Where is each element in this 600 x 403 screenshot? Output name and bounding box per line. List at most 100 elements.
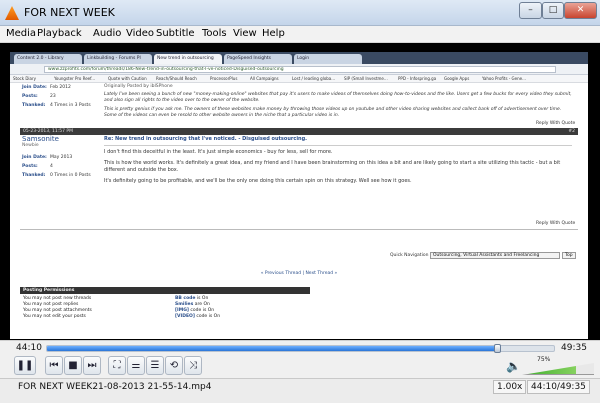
post-date: 05-23-2013, 11:57 PM <box>23 129 74 134</box>
permission-rules: You may not post new threads You may not… <box>23 296 92 320</box>
video-frame-browser: Content 2.0 - Library Linkbuilding - For… <box>10 52 588 339</box>
post-title: Re: New trend in outsourcing that I've n… <box>104 136 308 142</box>
loop-icon: ⟲ <box>169 360 179 371</box>
time-readout[interactable]: 44:10/49:35 <box>527 380 590 394</box>
playback-speed[interactable]: 1.00x <box>493 380 527 394</box>
controls-row: ❚❚ ⏮ ■ ⏭ ⛶ ⚌ ☰ ⟲ ⤨ 🔈 75% <box>0 354 600 378</box>
permission-codes: BB code is On Smilies are On [IMG] code … <box>175 296 220 320</box>
shuffle-icon: ⤨ <box>189 360 197 371</box>
thread-navigation: « Previous Thread | Next Thread » <box>260 271 338 276</box>
bookmark: Youngster Pro Reef... <box>54 76 96 81</box>
seek-bar[interactable] <box>46 344 555 353</box>
quote-header: Originally Posted by ibISPhone <box>104 84 173 89</box>
equalizer-icon: ⚌ <box>131 360 141 371</box>
playing-filename: FOR NEXT WEEK21-08-2013 21-55-14.mp4 <box>18 382 212 392</box>
loop-button[interactable]: ⟲ <box>165 356 183 375</box>
post2-date-bar: 05-23-2013, 11:57 PM #2 <box>20 128 578 135</box>
stat-row: Posts: 23 <box>22 94 56 99</box>
posting-permissions-heading: Posting Permissions <box>20 287 310 294</box>
previous-button[interactable]: ⏮ <box>45 356 63 375</box>
forum-page: Join Date: Feb 2012 Posts: 23 Thanked: 4 Ti… <box>20 83 578 339</box>
next-icon: ⏭ <box>87 360 97 371</box>
next-button[interactable]: ⏭ <box>83 356 101 375</box>
elapsed-time: 44:10 <box>16 343 42 353</box>
quick-navigation-select: Outsourcing, Virtual Assistants and Free… <box>430 252 560 259</box>
extended-settings-button[interactable]: ⚌ <box>127 356 145 375</box>
quote-paragraph: Lately I've been seeing a bunch of new "… <box>104 92 572 103</box>
playlist-icon: ☰ <box>150 360 160 371</box>
total-time: 49:35 <box>561 343 587 353</box>
browser-tab: Linkbuilding - Forums Pl <box>84 54 152 64</box>
browser-tab: Content 2.0 - Library <box>14 54 82 64</box>
minimize-button[interactable]: – <box>519 2 542 19</box>
browser-address-bar: www.zzprofits.com/forum/threads/186-New-… <box>10 64 588 75</box>
bookmark: All Campaigns <box>250 76 279 81</box>
bookmark: Yahoo Profits - Gene... <box>482 76 526 81</box>
post-paragraph: This is how the world works. It's defini… <box>104 160 561 173</box>
post-paragraph: It's definitely going to be profitable, … <box>104 178 412 184</box>
permission-rule: You may not edit your posts <box>23 314 86 319</box>
seek-progress <box>47 346 499 351</box>
seek-handle[interactable] <box>494 344 502 353</box>
vlc-cone-icon <box>5 6 19 20</box>
stat-row: Join Date: Feb 2012 <box>22 85 71 90</box>
menu-subtitle[interactable]: Subtitle <box>156 28 195 39</box>
pause-button[interactable]: ❚❚ <box>14 356 36 375</box>
top-button: Top <box>562 252 576 259</box>
stat-row: Posts: 4 <box>22 164 53 169</box>
post-number: #2 <box>568 129 575 134</box>
fullscreen-icon: ⛶ <box>113 360 121 371</box>
video-area[interactable]: Content 2.0 - Library Linkbuilding - For… <box>0 43 600 340</box>
browser-tab-strip: Content 2.0 - Library Linkbuilding - For… <box>10 52 588 64</box>
divider <box>104 145 572 146</box>
volume-slider[interactable] <box>522 363 594 375</box>
bookmark: Quote with Caution <box>108 76 147 81</box>
menu-playback[interactable]: Playback <box>37 28 82 39</box>
user-rank: Newbie <box>22 143 39 148</box>
menu-video[interactable]: Video <box>126 28 154 39</box>
stat-row: Join Date: May 2013 <box>22 155 73 160</box>
bookmark: PPD - Infospring.ga <box>398 76 437 81</box>
previous-icon: ⏮ <box>49 360 59 371</box>
stop-button[interactable]: ■ <box>64 356 82 375</box>
bookmark: Lost / leading globa... <box>292 76 336 81</box>
post1-user-stats: Join Date: Feb 2012 Posts: 23 Thanked: 4 Ti… <box>22 83 92 123</box>
browser-bookmarks-bar: Stock Diary Youngster Pro Reef... Quote … <box>10 75 588 83</box>
maximize-button[interactable]: □ <box>542 2 564 19</box>
stat-row: Thanked: 0 Times in 0 Posts <box>22 173 91 178</box>
menu-audio[interactable]: Audio <box>93 28 121 39</box>
close-button[interactable]: ✕ <box>564 2 597 19</box>
bookmark: Reach/Should Reach <box>156 76 197 81</box>
menu-bar: Media Playback Audio Video Subtitle Tool… <box>0 26 600 43</box>
menu-tools[interactable]: Tools <box>202 28 227 39</box>
status-bar: FOR NEXT WEEK21-08-2013 21-55-14.mp4 1.0… <box>0 378 600 403</box>
divider <box>20 229 578 230</box>
title-bar: FOR NEXT WEEK – □ ✕ <box>0 0 600 26</box>
menu-help[interactable]: Help <box>262 28 285 39</box>
bookmark: ProcessorPlus <box>210 76 238 81</box>
reply-with-quote-link: Reply With Quote <box>536 221 576 226</box>
playlist-button[interactable]: ☰ <box>146 356 164 375</box>
browser-tab: Login <box>294 54 362 64</box>
browser-tab-active: New trend in outsourcing <box>154 54 222 64</box>
menu-view[interactable]: View <box>233 28 257 39</box>
stop-icon: ■ <box>68 360 78 371</box>
menu-media[interactable]: Media <box>6 28 36 39</box>
reply-with-quote-link: Reply With Quote <box>536 121 576 126</box>
pause-icon: ❚❚ <box>16 360 34 371</box>
speaker-icon[interactable]: 🔈 <box>506 359 521 373</box>
code-row: [VIDEO] code is On <box>175 314 221 319</box>
post-paragraph: I don't find this deceitful in the least… <box>104 149 333 155</box>
post2-body: Re: New trend in outsourcing that I've n… <box>104 136 572 189</box>
shuffle-button[interactable]: ⤨ <box>184 356 202 375</box>
browser-url: www.zzprofits.com/forum/threads/186-New-… <box>44 66 556 73</box>
bookmark: Google Apps <box>444 76 470 81</box>
browser-tab: PageSpeed Insights <box>224 54 292 64</box>
stat-row: Thanked: 4 Times in 3 Posts <box>22 103 91 108</box>
quick-navigation-label: Quick Navigation <box>390 253 429 258</box>
volume-percent: 75% <box>537 356 551 363</box>
bookmark: Stock Diary <box>13 76 36 81</box>
seek-row: 44:10 49:35 <box>0 340 600 354</box>
fullscreen-button[interactable]: ⛶ <box>108 356 126 375</box>
quote-paragraph: This is pretty genius if you ask me. The… <box>104 107 562 118</box>
